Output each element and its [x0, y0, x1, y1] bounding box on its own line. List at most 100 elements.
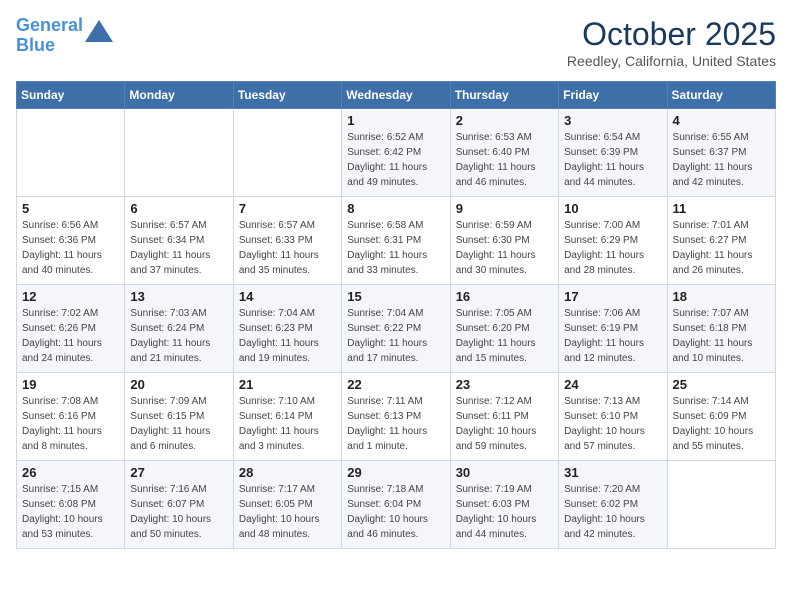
calendar-cell: 13 Sunrise: 7:03 AM Sunset: 6:24 PM Dayli… [125, 285, 233, 373]
day-number: 30 [456, 465, 553, 480]
calendar-cell: 18 Sunrise: 7:07 AM Sunset: 6:18 PM Dayli… [667, 285, 775, 373]
day-info: Sunrise: 6:56 AM Sunset: 6:36 PM Dayligh… [22, 218, 119, 278]
day-number: 6 [130, 201, 227, 216]
day-number: 19 [22, 377, 119, 392]
calendar-cell: 20Sunrise: 7:09 AM Sunset: 6:15 PM Dayli… [125, 373, 233, 461]
calendar-cell: 4 Sunrise: 6:55 AM Sunset: 6:37 PM Daylig… [667, 109, 775, 197]
calendar-cell: 17 Sunrise: 7:06 AM Sunset: 6:19 PM Dayli… [559, 285, 667, 373]
day-number: 27 [130, 465, 227, 480]
calendar-cell [125, 109, 233, 197]
day-number: 25 [673, 377, 770, 392]
day-number: 14 [239, 289, 336, 304]
day-number: 10 [564, 201, 661, 216]
day-number: 2 [456, 113, 553, 128]
day-number: 23 [456, 377, 553, 392]
day-info: Sunrise: 7:17 AM Sunset: 6:05 PM Dayligh… [239, 482, 336, 542]
day-info: Sunrise: 7:12 AM Sunset: 6:11 PM Dayligh… [456, 394, 553, 454]
day-number: 1 [347, 113, 444, 128]
day-info: Sunrise: 7:07 AM Sunset: 6:18 PM Dayligh… [673, 306, 770, 366]
calendar-cell: 25Sunrise: 7:14 AM Sunset: 6:09 PM Dayli… [667, 373, 775, 461]
day-number: 12 [22, 289, 119, 304]
calendar-cell [667, 461, 775, 549]
calendar-cell: 16Sunrise: 7:05 AM Sunset: 6:20 PM Dayli… [450, 285, 558, 373]
calendar-cell: 11 Sunrise: 7:01 AM Sunset: 6:27 PM Dayli… [667, 197, 775, 285]
day-number: 22 [347, 377, 444, 392]
day-number: 8 [347, 201, 444, 216]
weekday-header-thursday: Thursday [450, 82, 558, 109]
day-number: 9 [456, 201, 553, 216]
calendar-table: SundayMondayTuesdayWednesdayThursdayFrid… [16, 81, 776, 549]
day-info: Sunrise: 7:02 AM Sunset: 6:26 PM Dayligh… [22, 306, 119, 366]
day-number: 5 [22, 201, 119, 216]
day-info: Sunrise: 7:06 AM Sunset: 6:19 PM Dayligh… [564, 306, 661, 366]
weekday-header-tuesday: Tuesday [233, 82, 341, 109]
day-info: Sunrise: 6:53 AM Sunset: 6:40 PM Dayligh… [456, 130, 553, 190]
day-info: Sunrise: 7:16 AM Sunset: 6:07 PM Dayligh… [130, 482, 227, 542]
calendar-cell: 9 Sunrise: 6:59 AM Sunset: 6:30 PM Daylig… [450, 197, 558, 285]
day-info: Sunrise: 6:55 AM Sunset: 6:37 PM Dayligh… [673, 130, 770, 190]
day-info: Sunrise: 6:57 AM Sunset: 6:34 PM Dayligh… [130, 218, 227, 278]
logo-icon [85, 20, 113, 42]
calendar-cell: 19 Sunrise: 7:08 AM Sunset: 6:16 PM Dayli… [17, 373, 125, 461]
logo-text: GeneralBlue [16, 16, 83, 56]
calendar-cell: 3Sunrise: 6:54 AM Sunset: 6:39 PM Daylig… [559, 109, 667, 197]
day-number: 4 [673, 113, 770, 128]
calendar-cell: 21 Sunrise: 7:10 AM Sunset: 6:14 PM Dayli… [233, 373, 341, 461]
day-info: Sunrise: 7:19 AM Sunset: 6:03 PM Dayligh… [456, 482, 553, 542]
calendar-cell: 10 Sunrise: 7:00 AM Sunset: 6:29 PM Dayli… [559, 197, 667, 285]
month-year: October 2025 [567, 16, 776, 53]
calendar-cell [17, 109, 125, 197]
day-info: Sunrise: 7:00 AM Sunset: 6:29 PM Dayligh… [564, 218, 661, 278]
calendar-cell: 31 Sunrise: 7:20 AM Sunset: 6:02 PM Dayli… [559, 461, 667, 549]
location: Reedley, California, United States [567, 53, 776, 69]
calendar-cell: 2 Sunrise: 6:53 AM Sunset: 6:40 PM Daylig… [450, 109, 558, 197]
calendar-week-4: 19 Sunrise: 7:08 AM Sunset: 6:16 PM Dayli… [17, 373, 776, 461]
day-info: Sunrise: 6:58 AM Sunset: 6:31 PM Dayligh… [347, 218, 444, 278]
calendar-cell: 30 Sunrise: 7:19 AM Sunset: 6:03 PM Dayli… [450, 461, 558, 549]
page-header: GeneralBlue October 2025 Reedley, Califo… [16, 16, 776, 69]
calendar-cell: 15Sunrise: 7:04 AM Sunset: 6:22 PM Dayli… [342, 285, 450, 373]
calendar-cell: 12 Sunrise: 7:02 AM Sunset: 6:26 PM Dayli… [17, 285, 125, 373]
weekday-header-saturday: Saturday [667, 82, 775, 109]
day-number: 20 [130, 377, 227, 392]
day-info: Sunrise: 7:04 AM Sunset: 6:23 PM Dayligh… [239, 306, 336, 366]
weekday-header-wednesday: Wednesday [342, 82, 450, 109]
day-number: 13 [130, 289, 227, 304]
day-info: Sunrise: 6:54 AM Sunset: 6:39 PM Dayligh… [564, 130, 661, 190]
day-number: 26 [22, 465, 119, 480]
day-info: Sunrise: 7:11 AM Sunset: 6:13 PM Dayligh… [347, 394, 444, 454]
day-number: 7 [239, 201, 336, 216]
day-info: Sunrise: 7:15 AM Sunset: 6:08 PM Dayligh… [22, 482, 119, 542]
calendar-cell: 6 Sunrise: 6:57 AM Sunset: 6:34 PM Daylig… [125, 197, 233, 285]
day-number: 31 [564, 465, 661, 480]
day-info: Sunrise: 7:20 AM Sunset: 6:02 PM Dayligh… [564, 482, 661, 542]
title-block: October 2025 Reedley, California, United… [567, 16, 776, 69]
day-info: Sunrise: 6:59 AM Sunset: 6:30 PM Dayligh… [456, 218, 553, 278]
calendar-cell: 22 Sunrise: 7:11 AM Sunset: 6:13 PM Dayli… [342, 373, 450, 461]
day-info: Sunrise: 7:03 AM Sunset: 6:24 PM Dayligh… [130, 306, 227, 366]
calendar-cell: 27 Sunrise: 7:16 AM Sunset: 6:07 PM Dayli… [125, 461, 233, 549]
calendar-week-2: 5 Sunrise: 6:56 AM Sunset: 6:36 PM Daylig… [17, 197, 776, 285]
calendar-cell: 29Sunrise: 7:18 AM Sunset: 6:04 PM Dayli… [342, 461, 450, 549]
day-info: Sunrise: 7:08 AM Sunset: 6:16 PM Dayligh… [22, 394, 119, 454]
weekday-header-monday: Monday [125, 82, 233, 109]
calendar-cell: 8 Sunrise: 6:58 AM Sunset: 6:31 PM Daylig… [342, 197, 450, 285]
calendar-cell: 24Sunrise: 7:13 AM Sunset: 6:10 PM Dayli… [559, 373, 667, 461]
day-number: 18 [673, 289, 770, 304]
day-number: 17 [564, 289, 661, 304]
calendar-cell: 5 Sunrise: 6:56 AM Sunset: 6:36 PM Daylig… [17, 197, 125, 285]
day-number: 11 [673, 201, 770, 216]
day-number: 21 [239, 377, 336, 392]
day-number: 28 [239, 465, 336, 480]
weekday-header-sunday: Sunday [17, 82, 125, 109]
day-number: 24 [564, 377, 661, 392]
calendar-week-3: 12 Sunrise: 7:02 AM Sunset: 6:26 PM Dayli… [17, 285, 776, 373]
calendar-cell: 28 Sunrise: 7:17 AM Sunset: 6:05 PM Dayli… [233, 461, 341, 549]
calendar-cell: 1Sunrise: 6:52 AM Sunset: 6:42 PM Daylig… [342, 109, 450, 197]
calendar-week-1: 1Sunrise: 6:52 AM Sunset: 6:42 PM Daylig… [17, 109, 776, 197]
day-info: Sunrise: 7:01 AM Sunset: 6:27 PM Dayligh… [673, 218, 770, 278]
day-info: Sunrise: 7:10 AM Sunset: 6:14 PM Dayligh… [239, 394, 336, 454]
calendar-week-5: 26 Sunrise: 7:15 AM Sunset: 6:08 PM Dayli… [17, 461, 776, 549]
logo: GeneralBlue [16, 16, 113, 56]
weekday-header-friday: Friday [559, 82, 667, 109]
